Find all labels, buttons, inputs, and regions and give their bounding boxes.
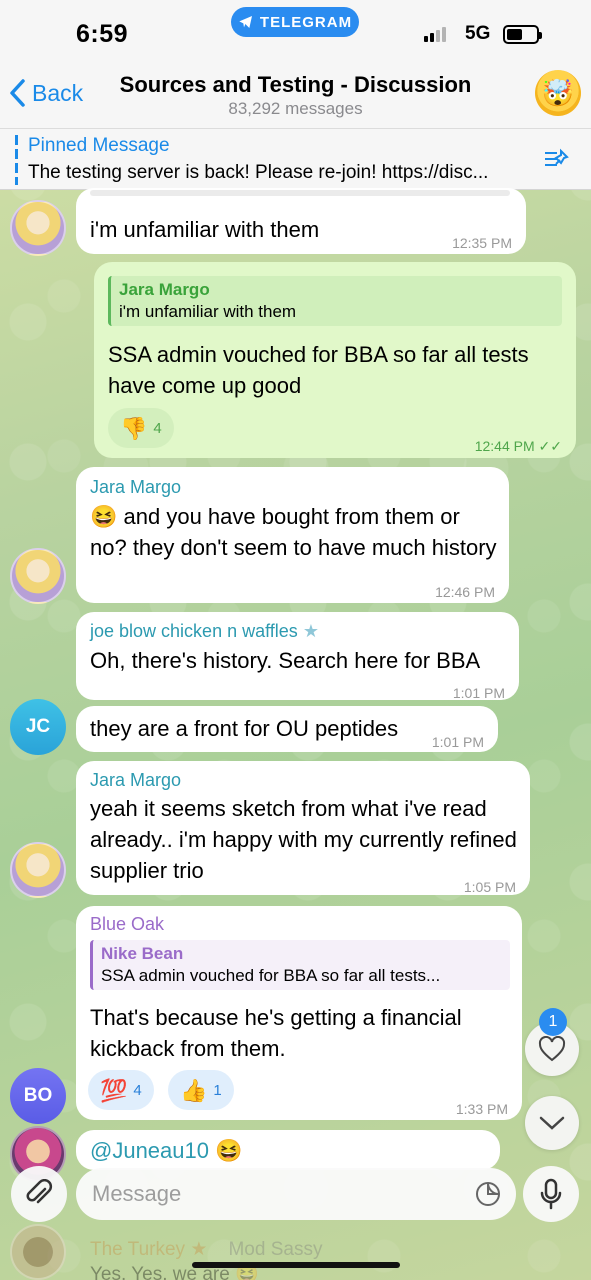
message-time: 12:35 PM	[452, 235, 512, 251]
pin-list-icon[interactable]	[543, 147, 573, 179]
double-check-icon: ✓✓	[538, 438, 562, 454]
home-indicator[interactable]	[192, 1262, 400, 1268]
message-bubble[interactable]: joe blow chicken n waffles ★ Oh, there's…	[76, 612, 519, 701]
message-count: 83,292 messages	[228, 99, 363, 118]
status-bar: 6:59 TELEGRAM 5G	[0, 0, 591, 62]
sender-name[interactable]: Jara Margo	[90, 769, 181, 791]
hundred-points-icon: 💯	[100, 1077, 128, 1103]
message-time: 1:01 PM	[452, 685, 505, 701]
network-type: 5G	[465, 23, 491, 44]
sender-name: The Turkey ★ Mod Sassy	[90, 1239, 323, 1260]
reaction-chip[interactable]: 💯 4	[88, 1070, 154, 1110]
sender-name[interactable]: joe blow chicken n waffles ★	[90, 620, 319, 642]
pinned-title: Pinned Message	[28, 135, 170, 156]
sticker-icon[interactable]	[474, 1180, 502, 1208]
chat-title[interactable]: Sources and Testing - Discussion	[0, 72, 591, 98]
user-avatar[interactable]: JC	[10, 699, 66, 755]
reaction-chip[interactable]: 👍 1	[168, 1070, 234, 1110]
user-avatar[interactable]	[10, 1224, 66, 1280]
reply-text: i'm unfamiliar with them	[119, 302, 297, 321]
group-avatar[interactable]: 🤯	[535, 70, 581, 116]
heart-icon	[538, 1036, 566, 1062]
message-time: 1:01 PM	[431, 734, 484, 750]
reply-author: Jara Margo	[119, 280, 210, 299]
message-time: 12:44 PM ✓✓	[474, 438, 562, 454]
composer: Message	[0, 1162, 591, 1226]
message-time: 1:05 PM	[463, 879, 516, 895]
reply-author: Nike Bean	[101, 944, 184, 963]
message-bubble[interactable]: Blue Oak Nike Bean SSA admin vouched for…	[76, 906, 522, 1120]
message-bubble[interactable]: they are a front for OU peptides 1:01 PM	[76, 706, 498, 752]
microphone-icon	[540, 1178, 562, 1210]
voice-record-button[interactable]	[523, 1166, 579, 1222]
chat-header: Back Sources and Testing - Discussion 83…	[0, 62, 591, 128]
message-bubble[interactable]: i'm unfamiliar with them 12:35 PM	[76, 188, 526, 254]
star-badge-icon: ★	[302, 621, 319, 641]
telegram-pill[interactable]: TELEGRAM	[231, 7, 359, 37]
telegram-plane-icon	[239, 16, 252, 28]
user-avatar[interactable]: BO	[10, 1068, 66, 1124]
message-time: 1:33 PM	[455, 1101, 508, 1117]
user-avatar[interactable]	[10, 842, 66, 898]
laughing-emoji-icon: 😆	[90, 504, 118, 529]
attach-button[interactable]	[11, 1166, 67, 1222]
telegram-pill-label: TELEGRAM	[259, 13, 353, 31]
scroll-down-button[interactable]	[525, 1096, 579, 1150]
reaction-count: 4	[133, 1081, 142, 1099]
signal-icon	[424, 27, 446, 42]
message-text: yeah it seems sketch from what i've read…	[90, 796, 517, 883]
outgoing-message-bubble[interactable]: Jara Margo i'm unfamiliar with them SSA …	[94, 262, 576, 458]
message-text: 😆 and you have bought from them or no? t…	[90, 504, 497, 560]
sender-name[interactable]: Blue Oak	[90, 913, 164, 935]
message-bubble[interactable]: Jara Margo yeah it seems sketch from wha…	[76, 761, 530, 895]
message-time: 12:46 PM	[435, 584, 495, 600]
clock: 6:59	[76, 20, 129, 48]
message-text: That's because he's getting a financial …	[90, 1005, 462, 1061]
message-input[interactable]: Message	[76, 1168, 516, 1220]
reaction-count: 4	[153, 419, 162, 437]
battery-icon	[503, 25, 542, 44]
thumbs-down-icon: 👎	[120, 415, 148, 441]
user-avatar[interactable]	[10, 200, 66, 256]
user-avatar[interactable]	[10, 548, 66, 604]
message-bubble[interactable]: Jara Margo 😆 and you have bought from th…	[76, 467, 509, 603]
pinned-message-bar[interactable]: Pinned Message The testing server is bac…	[0, 128, 591, 190]
message-text: SSA admin vouched for BBA so far all tes…	[108, 342, 529, 398]
sender-name[interactable]: Jara Margo	[90, 476, 181, 498]
paperclip-icon	[26, 1179, 53, 1204]
pinned-indicator	[15, 135, 18, 185]
message-text: i'm unfamiliar with them	[90, 217, 320, 242]
reply-text: SSA admin vouched for BBA so far all tes…	[101, 966, 441, 985]
reaction-chip[interactable]: 👎 4	[108, 408, 174, 448]
unread-badge: 1	[539, 1008, 567, 1036]
message-placeholder: Message	[92, 1181, 182, 1206]
chevron-down-icon	[539, 1116, 565, 1130]
reply-quote[interactable]: Jara Margo i'm unfamiliar with them	[108, 276, 562, 326]
reaction-count: 1	[213, 1081, 222, 1099]
message-text: Oh, there's history. Search here for BBA	[90, 648, 481, 673]
pinned-text: The testing server is back! Please re-jo…	[28, 162, 489, 183]
message-text: they are a front for OU peptides	[90, 716, 399, 741]
thumbs-up-icon: 👍	[180, 1077, 208, 1103]
reactions-button[interactable]: 1	[525, 1008, 579, 1076]
reply-quote[interactable]: Nike Bean SSA admin vouched for BBA so f…	[90, 940, 510, 990]
